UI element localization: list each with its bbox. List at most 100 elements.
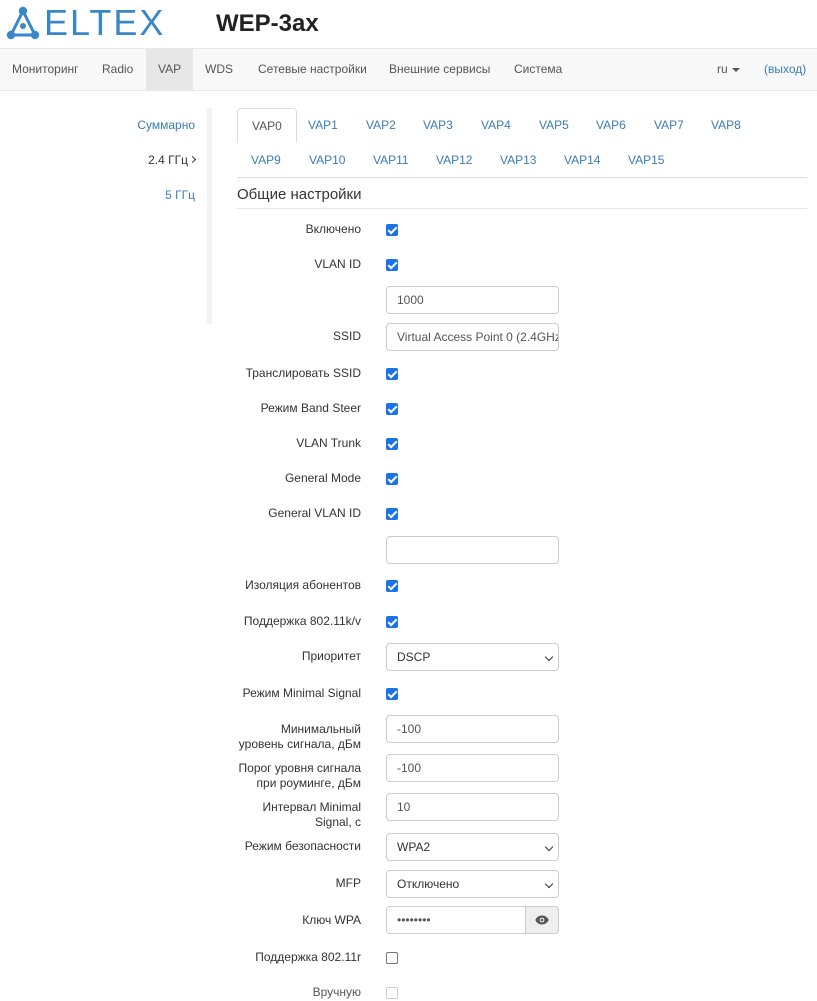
- nav-network-settings[interactable]: Сетевые настройки: [246, 49, 379, 90]
- mfp-label: MFP: [335, 876, 361, 890]
- r-support-checkbox[interactable]: [386, 952, 398, 964]
- device-title: WEP-3ax: [216, 10, 319, 37]
- tab-vap12[interactable]: VAP12: [422, 143, 486, 178]
- isolation-label: Изоляция абонентов: [245, 578, 361, 592]
- security-mode-label: Режим безопасности: [244, 839, 361, 853]
- general-vlan-id-label: General VLAN ID: [268, 506, 361, 520]
- interval-label-line1: Интервал Minimal: [262, 800, 361, 814]
- language-label: ru: [717, 62, 728, 76]
- priority-select[interactable]: DSCP: [386, 643, 559, 671]
- tab-vap8[interactable]: VAP8: [697, 108, 755, 143]
- enabled-checkbox[interactable]: [386, 224, 398, 236]
- nav-external-services[interactable]: Внешние сервисы: [377, 49, 502, 90]
- eltex-logo-icon: [6, 6, 40, 40]
- general-mode-checkbox[interactable]: [386, 473, 398, 485]
- tab-vap13[interactable]: VAP13: [486, 143, 550, 178]
- chevron-down-icon: [544, 879, 554, 889]
- chevron-down-icon: [544, 652, 554, 662]
- ssid-input[interactable]: Virtual Access Point 0 (2.4GHz): [386, 323, 559, 351]
- band-steer-label: Режим Band Steer: [260, 401, 361, 415]
- kv-support-checkbox[interactable]: [386, 616, 398, 628]
- general-mode-label: General Mode: [284, 471, 361, 485]
- eltex-logo[interactable]: ELTEX: [6, 5, 165, 41]
- tab-vap9[interactable]: VAP9: [237, 143, 295, 178]
- wpa-key-input[interactable]: ••••••••: [386, 906, 526, 934]
- section-title: Общие настройки: [237, 186, 362, 203]
- roaming-threshold-label-line2: при роуминге, дБм: [256, 776, 361, 790]
- tab-vap15[interactable]: VAP15: [614, 143, 678, 178]
- minimal-signal-checkbox[interactable]: [386, 688, 398, 700]
- tab-vap7[interactable]: VAP7: [640, 108, 698, 143]
- nav-monitoring[interactable]: Мониторинг: [0, 49, 91, 90]
- tab-vap14[interactable]: VAP14: [550, 143, 614, 178]
- vlan-trunk-checkbox[interactable]: [386, 438, 398, 450]
- tab-vap11[interactable]: VAP11: [359, 143, 423, 178]
- nav-radio[interactable]: Radio: [90, 49, 145, 90]
- tabs-divider: [237, 177, 807, 178]
- main-navbar: Мониторинг Radio VAP WDS Сетевые настрой…: [0, 48, 817, 91]
- enabled-label: Включено: [305, 222, 361, 236]
- tab-vap5[interactable]: VAP5: [525, 108, 583, 143]
- tab-vap0[interactable]: VAP0: [237, 108, 297, 143]
- r-support-label: Поддержка 802.11r: [255, 950, 361, 964]
- tab-vap2[interactable]: VAP2: [352, 108, 410, 143]
- tab-vap3[interactable]: VAP3: [409, 108, 467, 143]
- ssid-label: SSID: [332, 329, 361, 343]
- chevron-down-icon: [544, 842, 554, 852]
- language-dropdown[interactable]: ru: [717, 49, 740, 90]
- tab-vap10[interactable]: VAP10: [295, 143, 359, 178]
- manual-label: Вручную: [312, 985, 361, 999]
- sidebar-item-summary[interactable]: Суммарно: [137, 118, 195, 132]
- tab-vap1[interactable]: VAP1: [294, 108, 352, 143]
- vlan-id-label: VLAN ID: [314, 257, 361, 271]
- general-vlan-id-checkbox[interactable]: [386, 508, 398, 520]
- min-level-input[interactable]: -100: [386, 715, 559, 743]
- tab-vap4[interactable]: VAP4: [467, 108, 525, 143]
- broadcast-ssid-label: Транслировать SSID: [245, 366, 361, 380]
- sidebar-item-5ghz[interactable]: 5 ГГц: [165, 188, 195, 202]
- mfp-select[interactable]: Отключено: [386, 870, 559, 898]
- tab-vap6[interactable]: VAP6: [582, 108, 640, 143]
- vlan-id-checkbox[interactable]: [386, 259, 398, 271]
- interval-label-line2: Signal, с: [314, 815, 361, 829]
- sidebar-item-2-4ghz-label: 2.4 ГГц: [148, 153, 188, 167]
- sidebar: Суммарно 2.4 ГГц 5 ГГц: [0, 108, 212, 324]
- sidebar-item-2-4ghz[interactable]: 2.4 ГГц: [148, 153, 197, 167]
- eye-icon: [535, 915, 549, 925]
- vlan-id-input[interactable]: 1000: [386, 286, 559, 314]
- priority-label: Приоритет: [301, 649, 361, 663]
- logout-link[interactable]: (выход): [764, 49, 806, 90]
- interval-label: Интервал Minimal Signal, с: [262, 800, 361, 830]
- security-mode-value: WPA2: [397, 840, 431, 854]
- show-password-button[interactable]: [525, 906, 559, 934]
- nav-system[interactable]: Система: [502, 49, 574, 90]
- general-vlan-id-input[interactable]: [386, 536, 559, 564]
- isolation-checkbox[interactable]: [386, 580, 398, 592]
- broadcast-ssid-checkbox[interactable]: [386, 368, 398, 380]
- min-level-label-line2: уровень сигнала, дБм: [238, 737, 361, 751]
- chevron-right-icon: [188, 156, 197, 164]
- sidebar-divider: [207, 108, 212, 324]
- min-level-label: Минимальный уровень сигнала, дБм: [239, 722, 361, 752]
- security-mode-select[interactable]: WPA2: [386, 833, 559, 861]
- priority-select-value: DSCP: [397, 650, 431, 664]
- roaming-threshold-label: Порог уровня сигнала при роуминге, дБм: [239, 761, 361, 791]
- nav-vap[interactable]: VAP: [146, 49, 193, 90]
- minimal-signal-label: Режим Minimal Signal: [242, 686, 361, 700]
- tabs-row-2: VAP9 VAP10 VAP11 VAP12 VAP13 VAP14 VAP15: [237, 143, 807, 178]
- nav-wds[interactable]: WDS: [193, 49, 245, 90]
- mfp-value: Отключено: [397, 877, 460, 891]
- wpa-key-label: Ключ WPA: [302, 913, 361, 927]
- band-steer-checkbox[interactable]: [386, 403, 398, 415]
- caret-down-icon: [731, 67, 740, 72]
- roaming-threshold-input[interactable]: -100: [386, 754, 559, 782]
- interval-input[interactable]: 10: [386, 793, 559, 821]
- kv-support-label: Поддержка 802.11k/v: [243, 614, 361, 628]
- section-divider: [237, 208, 807, 209]
- manual-checkbox: [386, 987, 398, 999]
- header: ELTEX WEP-3ax: [0, 0, 817, 48]
- min-level-label-line1: Минимальный: [280, 722, 361, 736]
- wpa-key-group: ••••••••: [386, 906, 559, 934]
- tabs-row-1: VAP0 VAP1 VAP2 VAP3 VAP4 VAP5 VAP6 VAP7 …: [237, 108, 807, 143]
- vlan-trunk-label: VLAN Trunk: [296, 436, 361, 450]
